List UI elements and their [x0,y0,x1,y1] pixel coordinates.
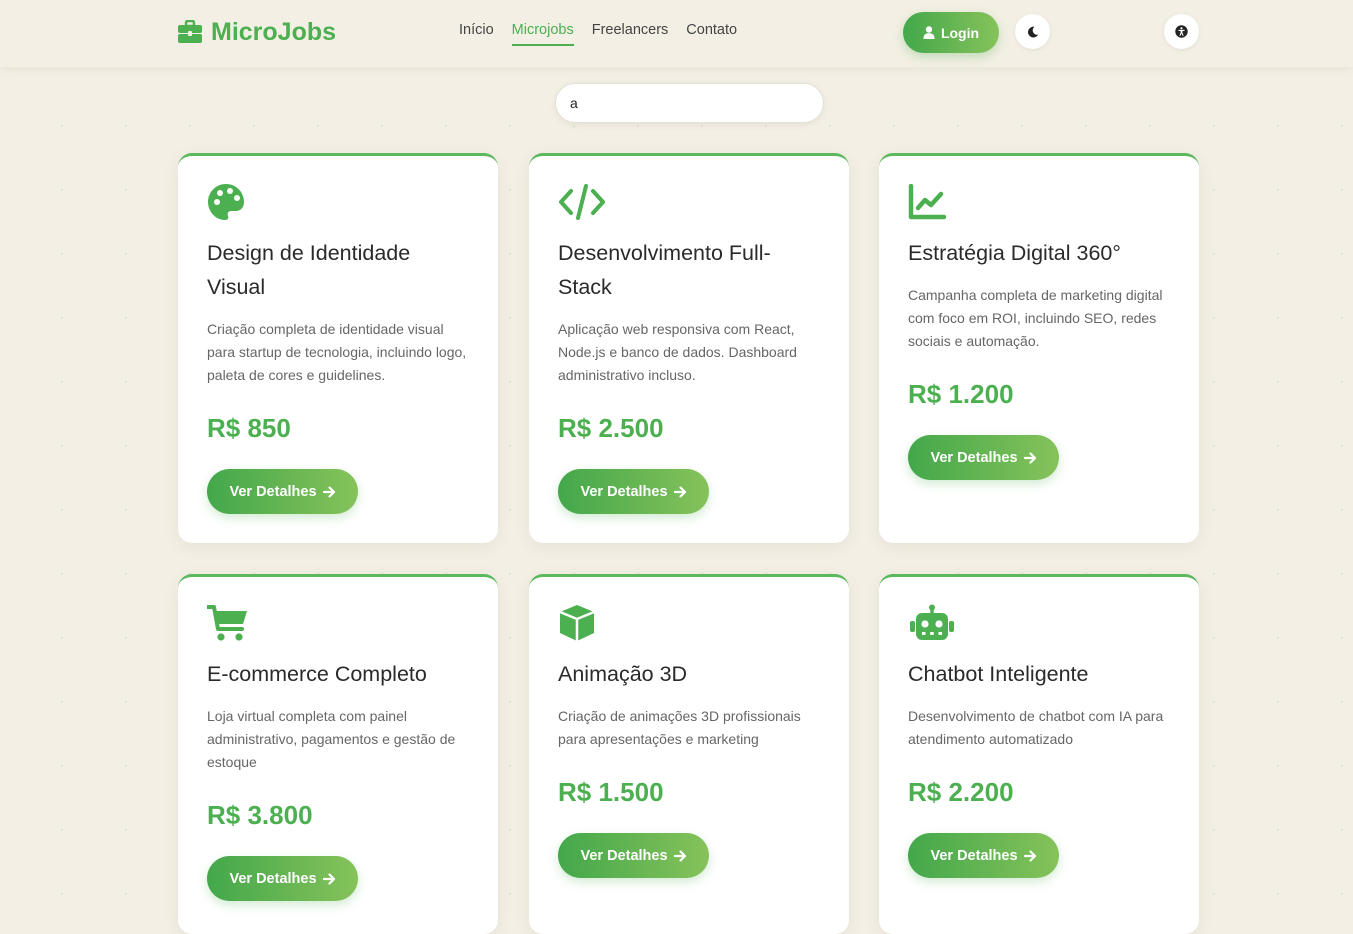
arrow-right-icon [673,485,686,498]
view-details-label: Ver Detalhes [580,483,668,500]
cube-icon [558,603,820,643]
card-price: R$ 2.200 [908,777,1014,807]
accessibility-button[interactable] [1164,14,1199,49]
nav-item-freelancers[interactable]: Freelancers [592,22,669,46]
microjob-card: Estratégia Digital 360° Campanha complet… [879,153,1199,543]
microjob-card: Animação 3D Criação de animações 3D prof… [529,574,849,934]
card-title: E-commerce Completo [207,662,427,686]
card-price: R$ 1.500 [558,777,664,807]
card-title: Desenvolvimento Full-Stack [558,241,771,299]
card-price: R$ 1.200 [908,379,1014,409]
view-details-button[interactable]: Ver Detalhes [908,435,1059,480]
microjob-card: Chatbot Inteligente Desenvolvimento de c… [879,574,1199,934]
robot-icon [908,603,1170,643]
chart-line-icon [908,182,1170,222]
view-details-button[interactable]: Ver Detalhes [207,856,358,901]
shopping-cart-icon [207,603,469,643]
palette-icon [207,182,469,222]
view-details-button[interactable]: Ver Detalhes [558,469,709,514]
view-details-label: Ver Detalhes [930,847,1018,864]
main-nav: Início Microjobs Freelancers Contato [459,22,737,46]
code-icon [558,182,820,222]
arrow-right-icon [322,872,335,885]
card-description: Criação de animações 3D profissionais pa… [558,708,801,747]
card-price: R$ 850 [207,413,291,443]
nav-item-microjobs[interactable]: Microjobs [511,22,574,46]
arrow-right-icon [1023,849,1036,862]
card-description: Desenvolvimento de chatbot com IA para a… [908,708,1164,747]
microjob-card: Design de Identidade Visual Criação comp… [178,153,498,543]
card-title: Chatbot Inteligente [908,662,1089,686]
arrow-right-icon [1023,451,1036,464]
view-details-label: Ver Detalhes [229,870,317,887]
card-description: Campanha completa de marketing digital c… [908,287,1163,349]
top-navbar: MicroJobs Início Microjobs Freelancers C… [0,0,1353,67]
arrow-right-icon [322,485,335,498]
search-input[interactable] [555,83,824,123]
card-title: Estratégia Digital 360° [908,241,1121,265]
arrow-right-icon [673,849,686,862]
view-details-label: Ver Detalhes [229,483,317,500]
brand-logo[interactable]: MicroJobs [177,16,336,48]
accessibility-icon [1175,25,1188,38]
card-description: Aplicação web responsiva com React, Node… [558,321,797,383]
login-button[interactable]: Login [903,12,999,53]
card-title: Animação 3D [558,662,688,686]
brand-name: MicroJobs [211,17,337,46]
briefcase-icon [178,20,202,43]
view-details-label: Ver Detalhes [580,847,668,864]
view-details-label: Ver Detalhes [930,449,1018,466]
view-details-button[interactable]: Ver Detalhes [207,469,358,514]
card-title: Design de Identidade Visual [207,241,411,299]
card-price: R$ 3.800 [207,800,313,830]
microjob-card: E-commerce Completo Loja virtual complet… [178,574,498,934]
microjob-card: Desenvolvimento Full-Stack Aplicação web… [529,153,849,543]
card-description: Loja virtual completa com painel adminis… [207,708,456,770]
card-price: R$ 2.500 [558,413,664,443]
login-label: Login [940,24,980,41]
view-details-button[interactable]: Ver Detalhes [558,833,709,878]
moon-icon [1027,26,1038,37]
nav-item-contato[interactable]: Contato [686,22,737,46]
user-icon [923,26,935,39]
nav-item-inicio[interactable]: Início [459,22,494,46]
theme-toggle-button[interactable] [1015,14,1050,49]
view-details-button[interactable]: Ver Detalhes [908,833,1059,878]
card-description: Criação completa de identidade visual pa… [207,321,467,383]
